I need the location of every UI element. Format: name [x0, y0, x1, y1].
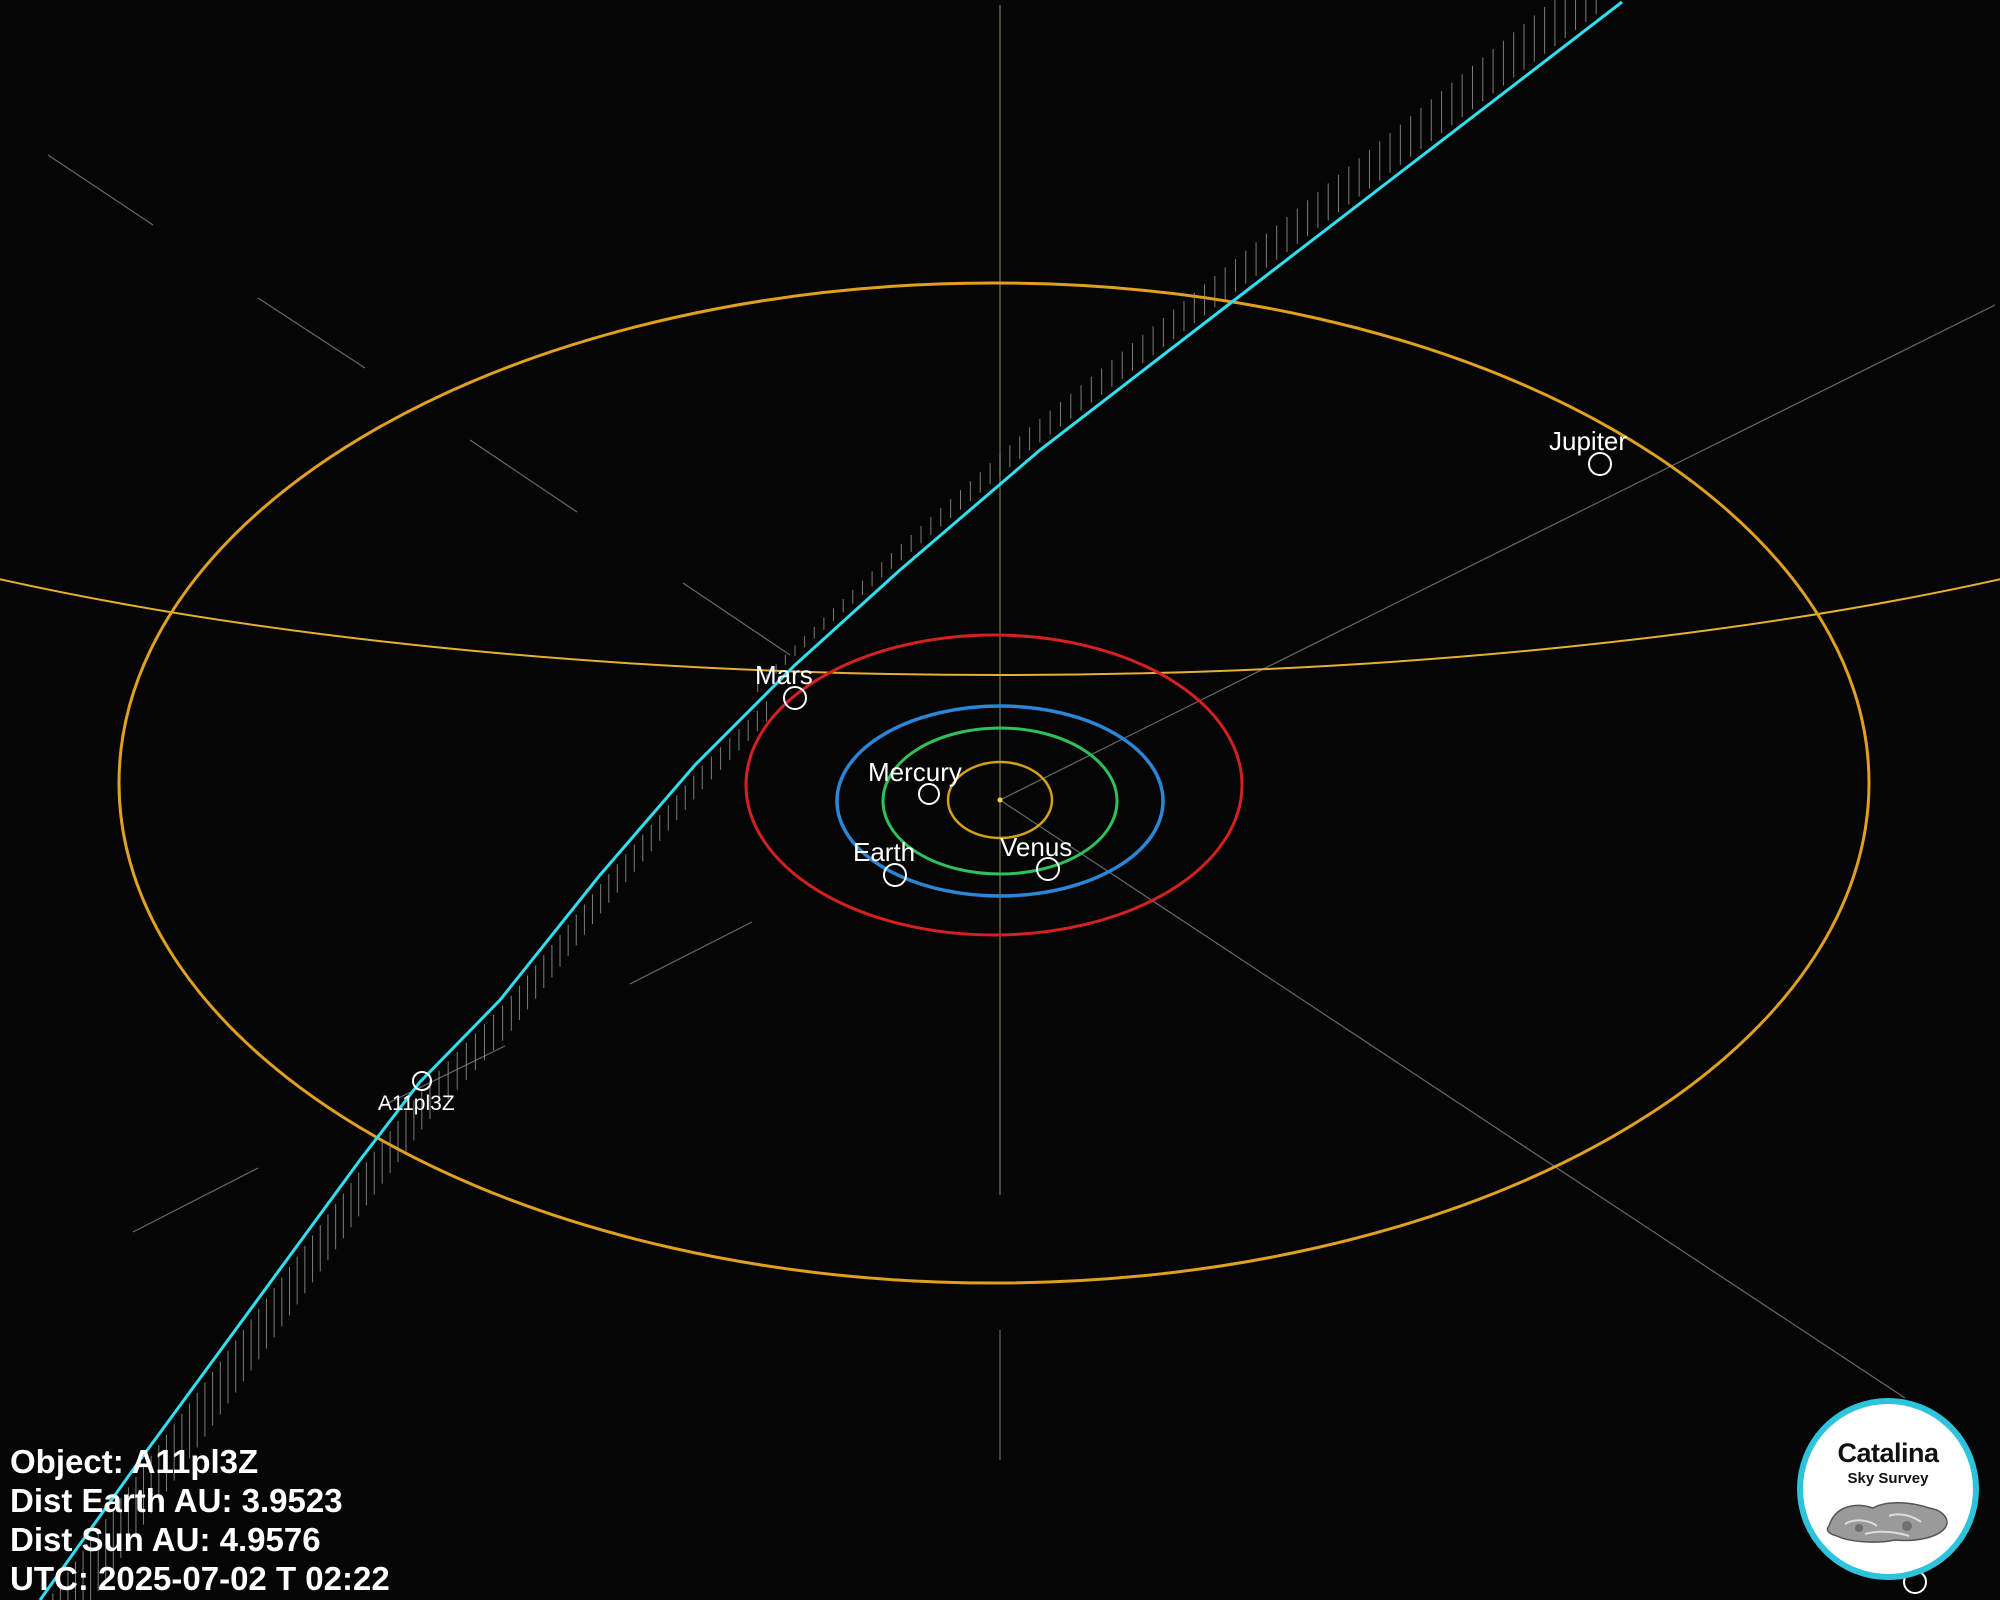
utc-row: UTC: 2025-07-02 T 02:22: [10, 1559, 390, 1598]
dist-sun-label: Dist Sun AU:: [10, 1521, 211, 1558]
dist-sun-row: Dist Sun AU: 4.9576: [10, 1520, 390, 1559]
dist-sun-value: 4.9576: [219, 1521, 321, 1558]
asteroid-icon: [1826, 1502, 1948, 1543]
dash-line: [469, 439, 578, 513]
info-panel: Object: A11pl3Z Dist Earth AU: 3.9523 Di…: [10, 1442, 390, 1598]
dash-line: [47, 154, 154, 226]
dist-earth-row: Dist Earth AU: 3.9523: [10, 1481, 390, 1520]
utc-value: 2025-07-02 T 02:22: [97, 1560, 390, 1597]
dist-earth-value: 3.9523: [241, 1482, 343, 1519]
venus-label: Venus: [1000, 832, 1072, 862]
jupiter-marker[interactable]: [1588, 452, 1612, 476]
object-label: A11pl3Z: [378, 1092, 455, 1115]
catalina-logo: Catalina Sky Survey: [1797, 1398, 1979, 1580]
reference-lines: [47, 5, 1996, 1460]
object-drop-lines: [52, 0, 1597, 1600]
object-value: A11pl3Z: [131, 1443, 259, 1480]
orbit-diagram: Mercury Venus Earth Mars Jupiter A11pl3Z: [0, 0, 2000, 1600]
dash-line: [682, 582, 791, 656]
dash-line: [132, 1167, 259, 1233]
jupiter-label: Jupiter: [1549, 426, 1627, 456]
orbit-view: Mercury Venus Earth Mars Jupiter A11pl3Z…: [0, 0, 2000, 1600]
dist-earth-label: Dist Earth AU:: [10, 1482, 233, 1519]
utc-label: UTC:: [10, 1560, 89, 1597]
logo-title: Catalina: [1837, 1438, 1939, 1468]
mercury-label: Mercury: [868, 757, 962, 787]
mars-marker[interactable]: [783, 686, 807, 710]
logo-subtitle: Sky Survey: [1847, 1470, 1929, 1487]
dash-line: [257, 297, 366, 369]
dash-line: [629, 921, 753, 985]
sun-icon: [997, 797, 1003, 803]
object-trajectory: [38, 0, 1623, 1600]
mars-label: Mars: [755, 660, 813, 690]
ecliptic-line-se: [999, 799, 1906, 1399]
mars-orbit: [744, 633, 1244, 937]
ecliptic-line-ne: [999, 304, 1996, 801]
object-row: Object: A11pl3Z: [10, 1442, 390, 1481]
mercury-marker[interactable]: [918, 783, 940, 805]
object-label-text: Object:: [10, 1443, 124, 1480]
earth-label: Earth: [853, 837, 915, 867]
